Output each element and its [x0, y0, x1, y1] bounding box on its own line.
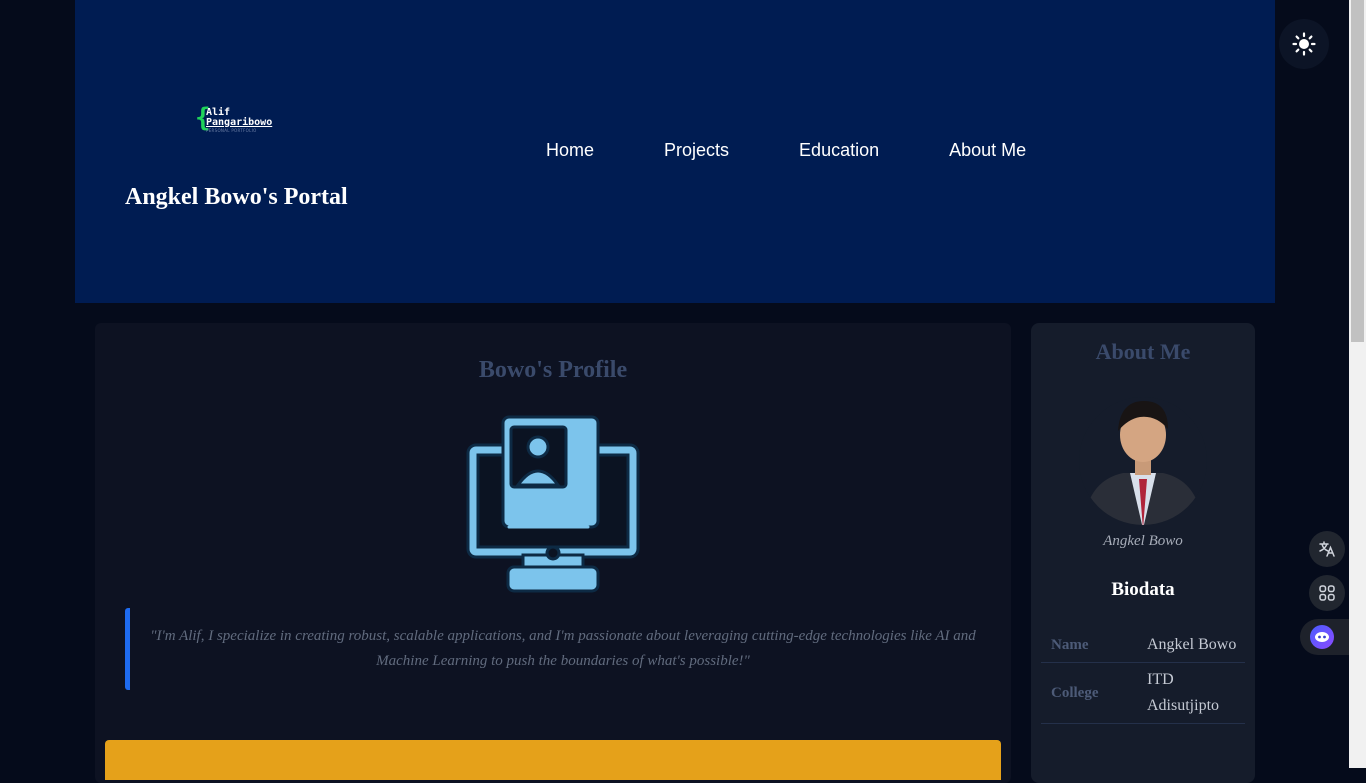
nav-projects[interactable]: Projects [664, 140, 729, 161]
page-scrollbar[interactable] [1349, 0, 1366, 768]
bio-key: College [1051, 684, 1099, 701]
avatar [1079, 397, 1207, 525]
yellow-section-bar [105, 740, 1001, 780]
about-title: About Me [1095, 339, 1191, 364]
biodata-heading: Biodata [1111, 579, 1175, 600]
nav-education[interactable]: Education [799, 140, 879, 161]
bio-value: ITD Adisutjipto [1147, 671, 1220, 714]
site-header: { Alif Pangaribowo PERSONAL PORTFOLIO An… [75, 0, 1275, 303]
nav-home[interactable]: Home [546, 140, 594, 161]
quote-text: "I'm Alif, I specialize in creating robu… [150, 628, 976, 669]
scrollbar-thumb[interactable] [1351, 0, 1364, 342]
bio-value: Angkel Bowo [1147, 636, 1237, 653]
logo-line-3: PERSONAL PORTFOLIO [206, 128, 257, 133]
site-logo[interactable]: { Alif Pangaribowo PERSONAL PORTFOLIO [195, 104, 285, 136]
avatar-caption: Angkel Bowo [1103, 533, 1183, 549]
assistant-icon [1310, 625, 1334, 649]
translate-icon [1319, 541, 1335, 557]
biodata-table: Name Angkel Bowo College ITD Adisutjipto [1041, 628, 1245, 724]
table-row: Name Angkel Bowo [1041, 628, 1245, 663]
bio-key: Name [1051, 636, 1089, 653]
sun-icon [1292, 32, 1316, 56]
profile-computer-icon [466, 415, 640, 593]
logo-line-2: Pangaribowo [206, 117, 273, 128]
about-card: About Me Angkel Bowo Biodata Name Angkel… [1031, 323, 1255, 783]
site-title: Angkel Bowo's Portal [125, 184, 348, 210]
nav-about-me[interactable]: About Me [949, 140, 1026, 161]
theme-toggle-button[interactable] [1279, 19, 1329, 69]
table-row: College ITD Adisutjipto [1041, 663, 1245, 724]
assistant-button[interactable] [1300, 619, 1349, 655]
apps-button[interactable] [1309, 575, 1345, 611]
profile-quote: "I'm Alif, I specialize in creating robu… [125, 608, 1006, 690]
profile-title: Bowo's Profile [478, 357, 628, 383]
main-nav: Home Projects Education About Me [546, 140, 1026, 161]
profile-card: Bowo's Profile "I'm Alif, I specialize i… [95, 323, 1011, 783]
apps-icon [1319, 585, 1335, 601]
translate-button[interactable] [1309, 531, 1345, 567]
